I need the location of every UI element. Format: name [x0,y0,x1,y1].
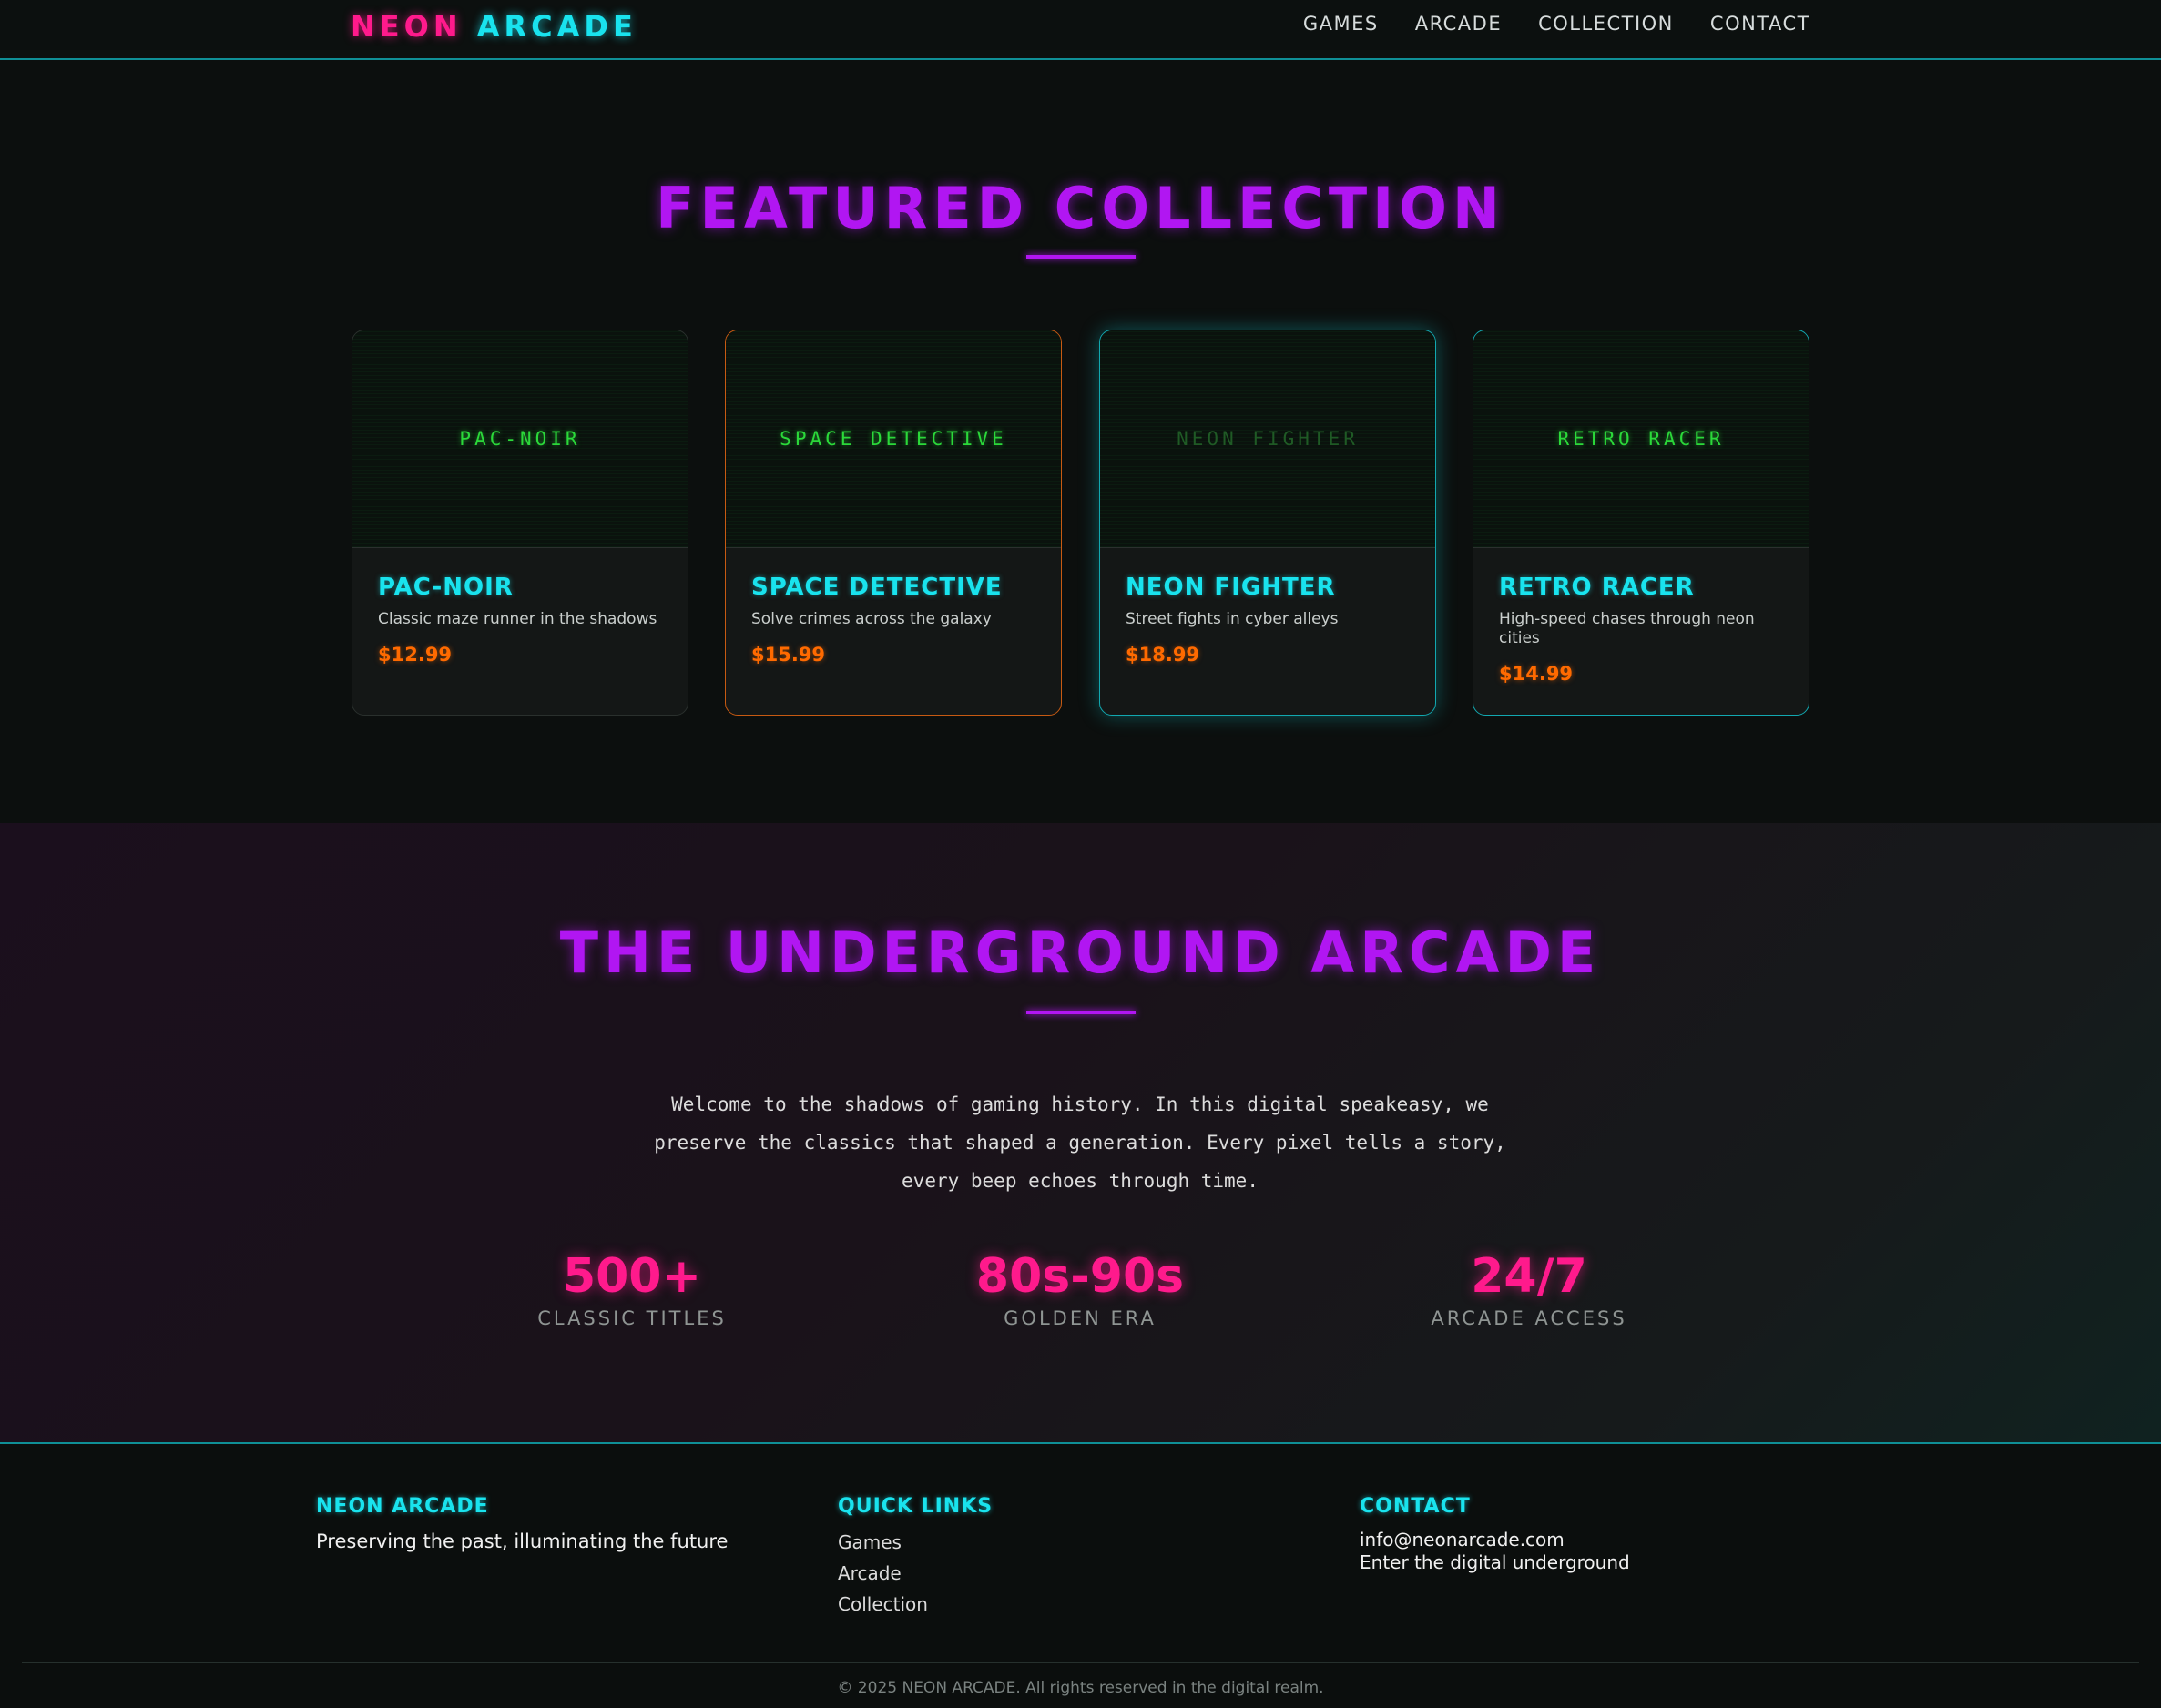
card-price: $12.99 [378,644,453,666]
stat-label: GOLDEN ERA [1004,1307,1157,1329]
site-logo[interactable]: NEON ARCADE [351,9,637,44]
about-title: THE UNDERGROUND ARCADE [559,920,1602,986]
card-screen-text: SPACE DETECTIVE [780,428,1007,450]
footer-contact-line: Enter the digital underground [1360,1551,1630,1573]
card-description: Street fights in cyber alleys [1126,610,1339,628]
stat-value: 24/7 [1471,1249,1587,1304]
card-price: $14.99 [1499,663,1574,685]
game-card-pac-noir[interactable]: PAC-NOIR PAC-NOIR Classic maze runner in… [352,330,688,716]
footer-contact-column: CONTACT info@neonarcade.com Enter the di… [1360,1495,1630,1574]
footer-link-collection[interactable]: Collection [838,1589,993,1620]
game-card-neon-fighter[interactable]: NEON FIGHTER NEON FIGHTER Street fights … [1099,330,1436,716]
card-description: Classic maze runner in the shadows [378,610,657,628]
footer-divider [22,1662,2139,1663]
about-section: THE UNDERGROUND ARCADE Welcome to the sh… [0,823,2161,1442]
card-title: NEON FIGHTER [1126,574,1336,601]
card-description: Solve crimes across the galaxy [751,610,992,628]
footer-brand-heading: NEON ARCADE [316,1495,489,1518]
nav-links: GAMES ARCADE COLLECTION CONTACT [1303,13,1810,35]
nav-link-arcade[interactable]: ARCADE [1415,13,1502,35]
game-card-space-detective[interactable]: SPACE DETECTIVE SPACE DETECTIVE Solve cr… [725,330,1062,716]
nav-link-games[interactable]: GAMES [1303,13,1379,35]
about-intro: Welcome to the shadows of gaming history… [654,1093,1506,1192]
footer-brand-column: NEON ARCADE Preserving the past, illumin… [316,1495,728,1552]
stat-value: 500+ [562,1249,702,1304]
featured-title: FEATURED COLLECTION [656,175,1505,241]
nav-link-contact[interactable]: CONTACT [1710,13,1810,35]
footer-contact-heading: CONTACT [1360,1495,1471,1518]
card-screen-text: RETRO RACER [1557,428,1725,450]
footer-link-games[interactable]: Games [838,1527,993,1558]
card-price: $15.99 [751,644,826,666]
footer-email-link[interactable]: info@neonarcade.com [1360,1529,1630,1551]
game-card-retro-racer[interactable]: RETRO RACER RETRO RACER High-speed chase… [1473,330,1809,716]
footer-links-heading: QUICK LINKS [838,1495,994,1518]
stat-arcade-access: 24/7 ARCADE ACCESS [1347,1249,1711,1329]
card-price: $18.99 [1126,644,1200,666]
logo-word-neon: NEON [351,9,463,44]
card-screen-text: PAC-NOIR [459,428,581,450]
footer-copyright: © 2025 NEON ARCADE. All rights reserved … [837,1679,1324,1697]
card-screen: RETRO RACER [1473,330,1809,548]
featured-section: FEATURED COLLECTION PAC-NOIR PAC-NOIR Cl… [0,60,2161,823]
card-description: High-speed chases through neon cities [1499,610,1755,647]
card-screen: NEON FIGHTER [1100,330,1435,548]
footer-link-arcade[interactable]: Arcade [838,1558,993,1589]
card-title: SPACE DETECTIVE [751,574,1003,601]
top-navbar: NEON ARCADE GAMES ARCADE COLLECTION CONT… [0,0,2161,60]
about-title-rule [1026,1011,1136,1014]
stat-value: 80s-90s [975,1249,1185,1304]
stat-golden-era: 80s-90s GOLDEN ERA [898,1249,1262,1329]
card-title: PAC-NOIR [378,574,514,601]
card-screen: PAC-NOIR [352,330,688,548]
footer-tagline: Preserving the past, illuminating the fu… [316,1530,729,1552]
stat-classic-titles: 500+ CLASSIC TITLES [450,1249,814,1329]
card-screen: SPACE DETECTIVE [726,330,1061,548]
stat-label: ARCADE ACCESS [1431,1307,1627,1329]
nav-link-collection[interactable]: COLLECTION [1538,13,1674,35]
card-title: RETRO RACER [1499,574,1695,601]
footer-links-column: QUICK LINKS Games Arcade Collection [838,1495,993,1620]
stat-label: CLASSIC TITLES [537,1307,727,1329]
featured-title-rule [1026,255,1136,259]
site-footer: NEON ARCADE Preserving the past, illumin… [0,1442,2161,1708]
logo-word-arcade: ARCADE [476,9,637,44]
card-screen-text: NEON FIGHTER [1177,428,1359,450]
